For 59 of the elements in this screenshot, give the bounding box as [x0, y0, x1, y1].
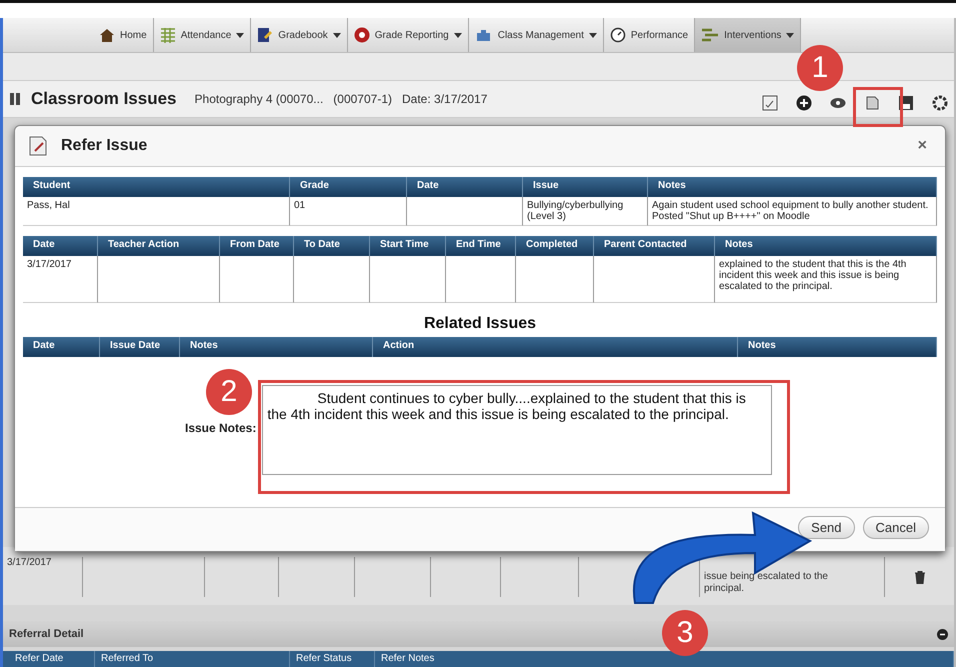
column-header: End Time	[446, 236, 516, 256]
gauge-icon	[610, 27, 626, 43]
highlight-frame	[853, 87, 903, 127]
grid-icon	[160, 27, 176, 43]
column-header: Teacher Action	[98, 236, 220, 256]
list-icon	[701, 27, 720, 43]
document-icon	[27, 135, 49, 157]
table-cell: 3/17/2017	[3, 557, 83, 597]
column-header: Completed	[516, 236, 594, 256]
column-header: Start Time	[370, 236, 446, 256]
nav-tab[interactable]: Class Management	[468, 18, 604, 52]
send-button[interactable]: Send	[798, 516, 855, 539]
close-button[interactable]: ×	[912, 136, 933, 156]
column-header: Date	[407, 177, 523, 197]
column-header: Action	[373, 337, 738, 357]
table-cell: Bullying/cyberbullying (Level 3)	[523, 197, 648, 226]
cancel-button[interactable]: Cancel	[862, 516, 929, 539]
column-header: Student	[23, 177, 290, 197]
column-header: To Date	[294, 236, 370, 256]
section-code: (000707-1)	[333, 92, 392, 106]
section-title: Related Issues	[422, 315, 538, 333]
house-icon	[99, 28, 115, 42]
table-cell	[446, 256, 516, 303]
section-title: Referral Detail	[9, 628, 84, 640]
column-header: Refer Status	[290, 651, 375, 667]
table-cell: explained to the student that this is the 4th incident this week and this issue is being escalated to the principal.	[715, 256, 937, 303]
nav-tab[interactable]: Grade Reporting	[348, 18, 469, 52]
trash-icon[interactable]	[914, 571, 924, 584]
column-header: Notes	[715, 236, 937, 256]
column-header: Parent Contacted	[594, 236, 715, 256]
column-header: Notes	[648, 177, 937, 197]
issue-notes-field[interactable]: Student continues to cyber bully....explained to the student that this is the 4th incident this week and this issue is being escalated to the principal.	[262, 385, 772, 475]
column-header: Grade	[290, 177, 407, 197]
column-header: Referred To	[95, 651, 290, 667]
course-name: Photography 4 (00070...	[194, 92, 324, 106]
column-header: Issue	[523, 177, 648, 197]
column-header: From Date	[220, 236, 294, 256]
page-title: Classroom Issues	[31, 89, 177, 109]
nav-tab[interactable]: Attendance	[154, 18, 252, 52]
column-header: Date	[23, 236, 98, 256]
eye-icon[interactable]	[830, 95, 846, 111]
column-header: Notes	[180, 337, 373, 357]
dialog-title: Refer Issue	[61, 137, 148, 155]
nav-tab[interactable]: Home	[93, 18, 154, 52]
column-header: Notes	[738, 337, 937, 357]
column-header: Issue Date	[100, 337, 180, 357]
field-label: Issue Notes:	[185, 421, 256, 435]
page-date: Date: 3/17/2017	[402, 92, 488, 106]
settings-icon[interactable]	[932, 95, 948, 111]
collapse-icon[interactable]	[937, 628, 948, 640]
table-cell: Again student used school equipment to bully another student. Posted "Shut up B++++" on Moodle	[648, 197, 937, 226]
nav-tab[interactable]: Gradebook	[251, 18, 348, 52]
table-cell: 3/17/2017	[23, 256, 98, 303]
column-header: Refer Date	[9, 651, 95, 667]
table-cell: 01	[290, 197, 407, 226]
add-icon[interactable]	[796, 95, 812, 111]
column-header: Date	[23, 337, 100, 357]
table-cell: Pass, Hal	[23, 197, 290, 226]
nav-tab[interactable]: Interventions	[695, 18, 802, 52]
